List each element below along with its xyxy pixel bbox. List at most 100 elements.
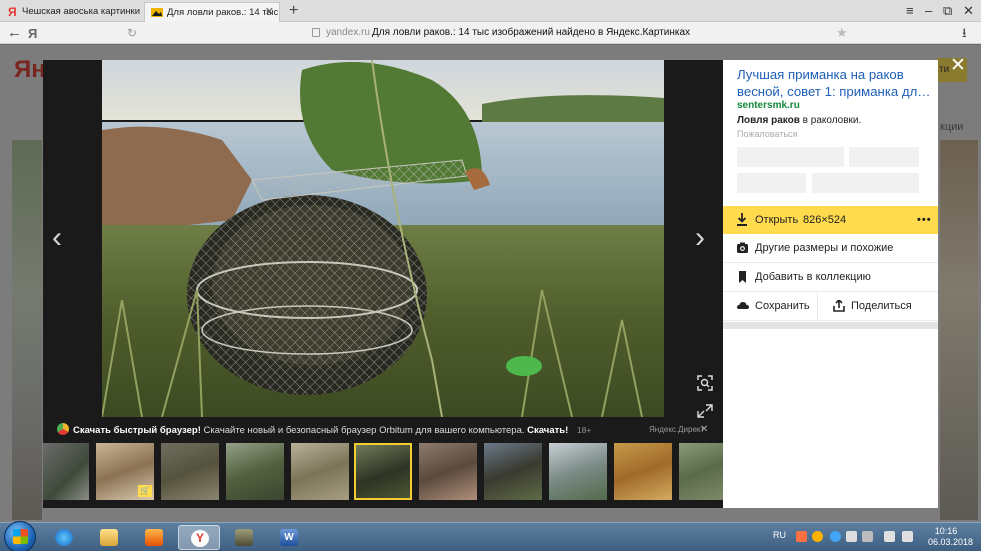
taskbar-gimp[interactable] bbox=[223, 525, 265, 550]
browser-promo: Скачать быстрый браузер! Скачайте новый … bbox=[43, 419, 723, 441]
promo-download-link[interactable]: Скачать! bbox=[527, 425, 568, 436]
main-image[interactable] bbox=[102, 60, 664, 417]
thumbnail[interactable] bbox=[679, 443, 723, 500]
image-info-sidebar: Лучшая приманка на раков весной, совет 1… bbox=[723, 60, 938, 508]
tab-title: Чешская авоська картинки – bbox=[22, 6, 140, 17]
placeholder-block bbox=[737, 173, 806, 193]
open-label: Открыть bbox=[755, 214, 799, 226]
promo-source[interactable]: Яндекс.Директ bbox=[649, 419, 704, 441]
ad-text-rest: в раколовки. bbox=[799, 115, 862, 126]
thumbnail[interactable] bbox=[419, 443, 477, 500]
camera-icon bbox=[737, 242, 748, 253]
thumbnail[interactable] bbox=[226, 443, 284, 500]
reload-icon[interactable]: ↻ bbox=[127, 25, 137, 42]
ad-text-bold: Ловля раков bbox=[737, 115, 800, 126]
background-text: кции bbox=[940, 121, 964, 133]
tray-icon[interactable] bbox=[812, 531, 823, 542]
tray-icon[interactable] bbox=[862, 531, 873, 542]
address-domain[interactable]: yandex.ru bbox=[326, 26, 370, 40]
promo-close-icon[interactable]: ✕ bbox=[700, 419, 708, 441]
taskbar-internet-explorer[interactable] bbox=[43, 525, 85, 550]
previous-image-arrow[interactable]: ‹ bbox=[52, 220, 62, 256]
image-size: 826×524 bbox=[803, 214, 847, 226]
bookmark-icon bbox=[739, 271, 746, 283]
taskbar-explorer[interactable] bbox=[88, 525, 130, 550]
restore-icon[interactable]: ⧉ bbox=[943, 2, 952, 20]
menu-icon[interactable]: ≡ bbox=[906, 2, 914, 20]
sidebar-scrollbar[interactable] bbox=[723, 322, 938, 329]
background-image-column bbox=[940, 140, 978, 520]
word-icon: W bbox=[280, 529, 298, 546]
minimize-icon[interactable]: – bbox=[925, 2, 932, 20]
new-tab-button[interactable]: + bbox=[289, 1, 298, 20]
other-sizes-button[interactable]: Другие размеры и похожие bbox=[723, 234, 938, 263]
placeholder-block bbox=[737, 147, 844, 167]
start-button[interactable] bbox=[4, 521, 36, 551]
share-icon bbox=[833, 300, 845, 312]
ad-text: Ловля раков в раколовки. bbox=[737, 115, 861, 126]
save-share-row: Сохранить Поделиться bbox=[723, 292, 938, 321]
more-options-icon[interactable]: ••• bbox=[917, 206, 932, 234]
cloud-save-icon bbox=[737, 302, 749, 309]
close-viewer-icon[interactable]: ✕ bbox=[950, 56, 966, 76]
promo-text: Скачать быстрый браузер! Скачайте новый … bbox=[73, 419, 591, 442]
address-page-title[interactable]: Для ловли раков.: 14 тыс изображений най… bbox=[372, 26, 690, 40]
taskbar-yandex-browser[interactable]: Y bbox=[178, 525, 220, 550]
tray-icon[interactable] bbox=[796, 531, 807, 542]
share-button[interactable]: Поделиться bbox=[819, 292, 938, 321]
volume-icon[interactable] bbox=[902, 531, 913, 542]
tab-title: Для ловли раков.: 14 тыс bbox=[167, 7, 279, 18]
network-icon[interactable] bbox=[884, 531, 895, 542]
tab-czech-bag[interactable]: Я Чешская авоська картинки – bbox=[0, 2, 140, 22]
ad-complain-link[interactable]: Пожаловаться bbox=[737, 129, 797, 139]
thumbnail[interactable] bbox=[161, 443, 219, 500]
internet-explorer-icon bbox=[55, 529, 73, 546]
taskbar-media-player[interactable] bbox=[133, 525, 175, 550]
bookmark-star-icon[interactable]: ★ bbox=[836, 24, 848, 42]
thumbnail[interactable] bbox=[291, 443, 349, 500]
age-rating: 18+ bbox=[576, 425, 592, 435]
crayfish-trap-photo bbox=[102, 60, 664, 417]
download-icon bbox=[737, 213, 747, 226]
background-image-column bbox=[12, 140, 42, 520]
open-image-button[interactable]: Открыть 826×524 ••• bbox=[723, 206, 938, 234]
promo-bold[interactable]: Скачать быстрый браузер! bbox=[73, 425, 201, 436]
close-window-icon[interactable]: ✕ bbox=[963, 2, 974, 20]
gimp-icon bbox=[235, 529, 253, 546]
taskbar-word[interactable]: W bbox=[268, 525, 310, 550]
next-image-arrow[interactable]: › bbox=[695, 220, 705, 256]
tab-bar: Я Чешская авоська картинки – Для ловли р… bbox=[0, 0, 981, 22]
keyboard-language[interactable]: RU bbox=[773, 530, 786, 540]
zoom-icon[interactable] bbox=[697, 375, 713, 391]
thumbnail[interactable]: 🛒 bbox=[96, 443, 154, 500]
tray-icon[interactable] bbox=[830, 531, 841, 542]
yandex-home-icon[interactable]: Я bbox=[28, 25, 37, 42]
ad-domain-link[interactable]: sentersmk.ru bbox=[737, 100, 800, 111]
lock-icon bbox=[312, 28, 320, 37]
fullscreen-icon[interactable] bbox=[697, 404, 713, 418]
thumbnail[interactable] bbox=[484, 443, 542, 500]
svg-text:Я: Я bbox=[8, 5, 17, 18]
thumbnail[interactable] bbox=[614, 443, 672, 500]
thumbnail-active[interactable] bbox=[354, 443, 412, 500]
clock-date: 06.03.2018 bbox=[928, 537, 974, 547]
yandex-icon: Я bbox=[8, 5, 17, 18]
thumbnail-strip: 🛒 bbox=[43, 443, 723, 501]
clock[interactable]: 10:16 06.03.2018 bbox=[928, 526, 974, 548]
other-sizes-label: Другие размеры и похожие bbox=[755, 242, 894, 254]
tab-crayfish[interactable]: Для ловли раков.: 14 тыс ✕ bbox=[144, 2, 280, 22]
windows-taskbar: Y W RU 10:16 06.03.2018 bbox=[0, 521, 981, 551]
share-label: Поделиться bbox=[851, 300, 912, 312]
thumbnail[interactable] bbox=[43, 443, 89, 500]
media-player-icon bbox=[145, 529, 163, 546]
back-arrow-icon[interactable]: ← bbox=[7, 24, 22, 42]
save-button[interactable]: Сохранить bbox=[723, 292, 818, 321]
thumbnail[interactable] bbox=[549, 443, 607, 500]
add-to-collection-button[interactable]: Добавить в коллекцию bbox=[723, 263, 938, 292]
tray-icon[interactable] bbox=[846, 531, 857, 542]
close-tab-icon[interactable]: ✕ bbox=[265, 3, 274, 22]
add-collection-label: Добавить в коллекцию bbox=[755, 271, 871, 283]
windows-logo-icon bbox=[13, 529, 28, 544]
ad-title-link[interactable]: Лучшая приманка на раков весной, совет 1… bbox=[737, 67, 933, 100]
downloads-icon[interactable]: ⭳ bbox=[962, 24, 967, 42]
